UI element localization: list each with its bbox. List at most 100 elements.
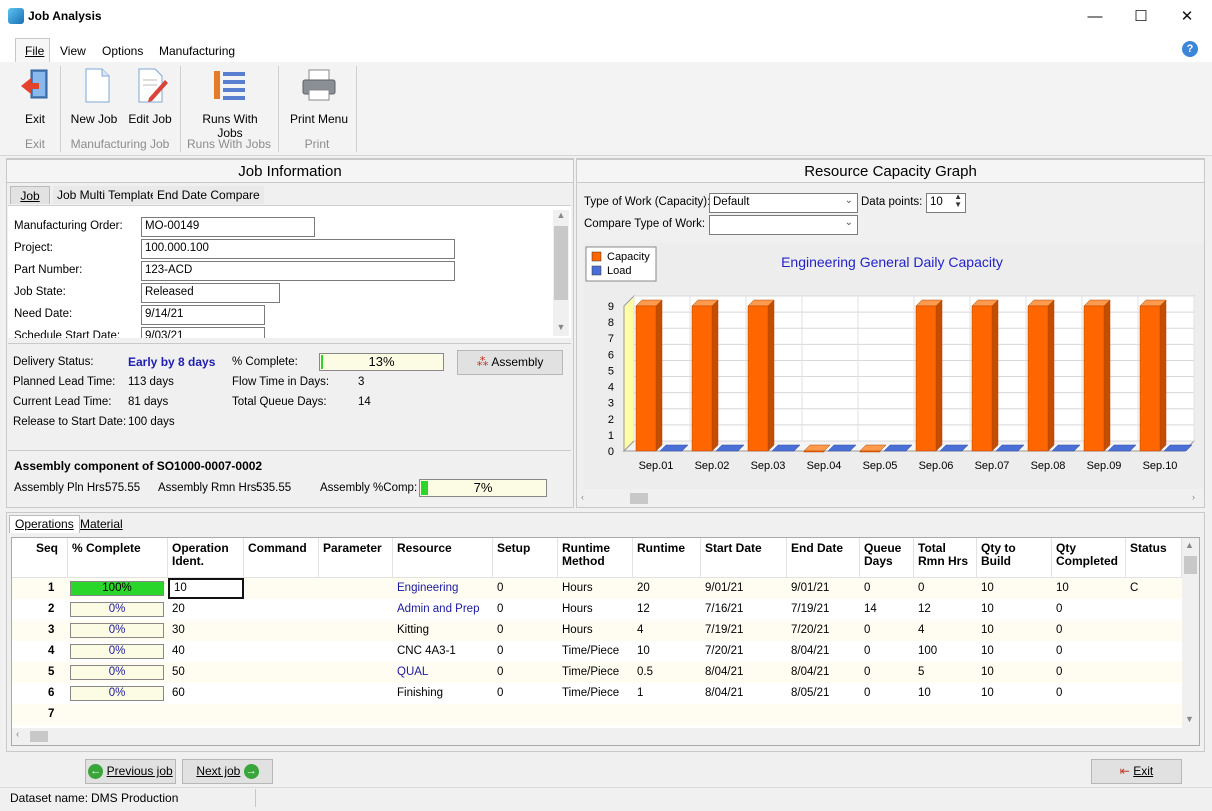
cell-end[interactable]: 9/01/21 xyxy=(787,578,860,599)
mo-field[interactable]: MO-00149 xyxy=(141,217,315,237)
column-header[interactable]: Status xyxy=(1126,538,1182,578)
cell-seq[interactable]: 5 xyxy=(32,662,68,683)
scroll-thumb[interactable] xyxy=(1184,556,1197,574)
table-row[interactable]: 1 100% 10 Engineering 0 Hours 20 9/01/21 9/01/21… xyxy=(12,578,1182,599)
cell-end[interactable]: 8/04/21 xyxy=(787,641,860,662)
cell-runtime[interactable]: 10 xyxy=(633,641,701,662)
cell-queue[interactable]: 0 xyxy=(860,662,914,683)
cell-qty[interactable]: 10 xyxy=(977,578,1052,599)
scroll-up-icon[interactable]: ▲ xyxy=(555,210,567,224)
cell-parameter[interactable] xyxy=(319,599,393,620)
cell-parameter[interactable] xyxy=(319,662,393,683)
cell-seq[interactable]: 4 xyxy=(32,641,68,662)
column-header[interactable]: Queue Days xyxy=(860,538,914,578)
table-row[interactable]: 3 0% 30 Kitting 0 Hours 4 7/19/21 7/20/21 0 4 10 0 xyxy=(12,620,1182,641)
edit-job-button[interactable]: Edit Job xyxy=(125,66,175,128)
close-button[interactable]: ✕ xyxy=(1164,0,1210,33)
project-field[interactable]: 100.000.100 xyxy=(141,239,455,259)
cell-queue[interactable]: 14 xyxy=(860,599,914,620)
scroll-right-icon[interactable]: › xyxy=(1192,492,1195,502)
column-header[interactable]: Resource xyxy=(393,538,493,578)
table-row[interactable]: 6 0% 60 Finishing 0 Time/Piece 1 8/04/21 8/05/21… xyxy=(12,683,1182,704)
next-job-button[interactable]: Next job → xyxy=(182,759,273,784)
cell-parameter[interactable] xyxy=(319,620,393,641)
cell-rmn[interactable]: 10 xyxy=(914,683,977,704)
cell-setup[interactable]: 0 xyxy=(493,662,558,683)
menu-file[interactable]: File xyxy=(25,44,44,58)
cell-start[interactable]: 8/04/21 xyxy=(701,662,787,683)
cell-qty[interactable]: 10 xyxy=(977,662,1052,683)
cell-setup[interactable]: 0 xyxy=(493,641,558,662)
cell-method[interactable] xyxy=(558,704,633,725)
cell-rmn[interactable]: 100 xyxy=(914,641,977,662)
print-menu-button[interactable]: Print Menu xyxy=(287,66,351,128)
cell-status[interactable] xyxy=(1126,641,1182,662)
cell-resource[interactable]: Finishing xyxy=(393,683,493,704)
cell-ident[interactable]: 20 xyxy=(168,599,244,620)
cell-setup[interactable]: 0 xyxy=(493,620,558,641)
exit-ribbon-button[interactable]: Exit xyxy=(14,66,56,128)
cell-runtime[interactable]: 4 xyxy=(633,620,701,641)
cell-queue[interactable]: 0 xyxy=(860,578,914,599)
cell-seq[interactable]: 3 xyxy=(32,620,68,641)
cell-resource[interactable]: QUAL xyxy=(393,662,493,683)
cell-status[interactable] xyxy=(1126,704,1182,725)
column-header[interactable]: Start Date xyxy=(701,538,787,578)
cell-runtime[interactable]: 20 xyxy=(633,578,701,599)
part-number-field[interactable]: 123-ACD xyxy=(141,261,455,281)
cell-rmn[interactable]: 4 xyxy=(914,620,977,641)
cell-resource[interactable] xyxy=(393,704,493,725)
cell-ident[interactable] xyxy=(168,704,244,725)
cell-setup[interactable] xyxy=(493,704,558,725)
cell-start[interactable]: 7/19/21 xyxy=(701,620,787,641)
cell-command[interactable] xyxy=(244,641,319,662)
cell-rmn[interactable] xyxy=(914,704,977,725)
data-points-stepper[interactable]: 10 ▲ ▼ xyxy=(926,193,966,213)
new-job-button[interactable]: New Job xyxy=(68,66,120,128)
cell-queue[interactable] xyxy=(860,704,914,725)
column-header[interactable]: Qty Completed xyxy=(1052,538,1126,578)
cell-done[interactable]: 0 xyxy=(1052,599,1126,620)
column-header[interactable]: Qty to Build xyxy=(977,538,1052,578)
menu-manufacturing[interactable]: Manufacturing xyxy=(159,44,235,58)
cell-method[interactable]: Time/Piece xyxy=(558,641,633,662)
cell-status[interactable] xyxy=(1126,662,1182,683)
cell-done[interactable]: 0 xyxy=(1052,641,1126,662)
cell-rmn[interactable]: 12 xyxy=(914,599,977,620)
grid-horizontal-scrollbar[interactable]: ‹ xyxy=(12,728,1182,745)
spin-arrows-icon[interactable]: ▲ ▼ xyxy=(954,194,962,209)
cell-runtime[interactable] xyxy=(633,704,701,725)
table-row[interactable]: 7 xyxy=(12,704,1182,725)
runs-with-jobs-button[interactable]: Runs With Jobs xyxy=(188,66,272,140)
job-fields-scrollbar[interactable]: ▲ ▼ xyxy=(553,210,569,336)
scroll-thumb[interactable] xyxy=(30,731,48,742)
cell-status[interactable]: C xyxy=(1126,578,1182,599)
scroll-up-icon[interactable]: ▲ xyxy=(1185,540,1194,550)
scroll-left-icon[interactable]: ‹ xyxy=(581,492,584,502)
grid-vertical-scrollbar[interactable]: ▲ ▼ xyxy=(1182,538,1199,745)
minimize-button[interactable]: — xyxy=(1072,0,1118,33)
cell-queue[interactable]: 0 xyxy=(860,641,914,662)
schedule-start-field[interactable]: 9/03/21 xyxy=(141,327,265,338)
cell-done[interactable]: 0 xyxy=(1052,662,1126,683)
cell-end[interactable] xyxy=(787,704,860,725)
tab-end-date-compare[interactable]: End Date Compare xyxy=(153,186,264,204)
cell-rmn[interactable]: 0 xyxy=(914,578,977,599)
exit-button[interactable]: ⇤ Exit xyxy=(1091,759,1182,784)
column-header[interactable]: Operation Ident. xyxy=(168,538,244,578)
column-header[interactable]: Seq xyxy=(32,538,68,578)
cell-runtime[interactable]: 0.5 xyxy=(633,662,701,683)
cell-start[interactable]: 7/20/21 xyxy=(701,641,787,662)
tab-job-multi-template[interactable]: Job Multi Template xyxy=(53,186,161,204)
type-of-work-select[interactable]: Default ⌄ xyxy=(709,193,858,213)
cell-qty[interactable]: 10 xyxy=(977,641,1052,662)
cell-rmn[interactable]: 5 xyxy=(914,662,977,683)
cell-command[interactable] xyxy=(244,662,319,683)
cell-qty[interactable] xyxy=(977,704,1052,725)
tab-operations[interactable]: Operations xyxy=(9,515,80,533)
scroll-left-icon[interactable]: ‹ xyxy=(16,729,19,740)
cell-ident[interactable]: 60 xyxy=(168,683,244,704)
cell-command[interactable] xyxy=(244,683,319,704)
cell-done[interactable] xyxy=(1052,704,1126,725)
cell-end[interactable]: 7/19/21 xyxy=(787,599,860,620)
